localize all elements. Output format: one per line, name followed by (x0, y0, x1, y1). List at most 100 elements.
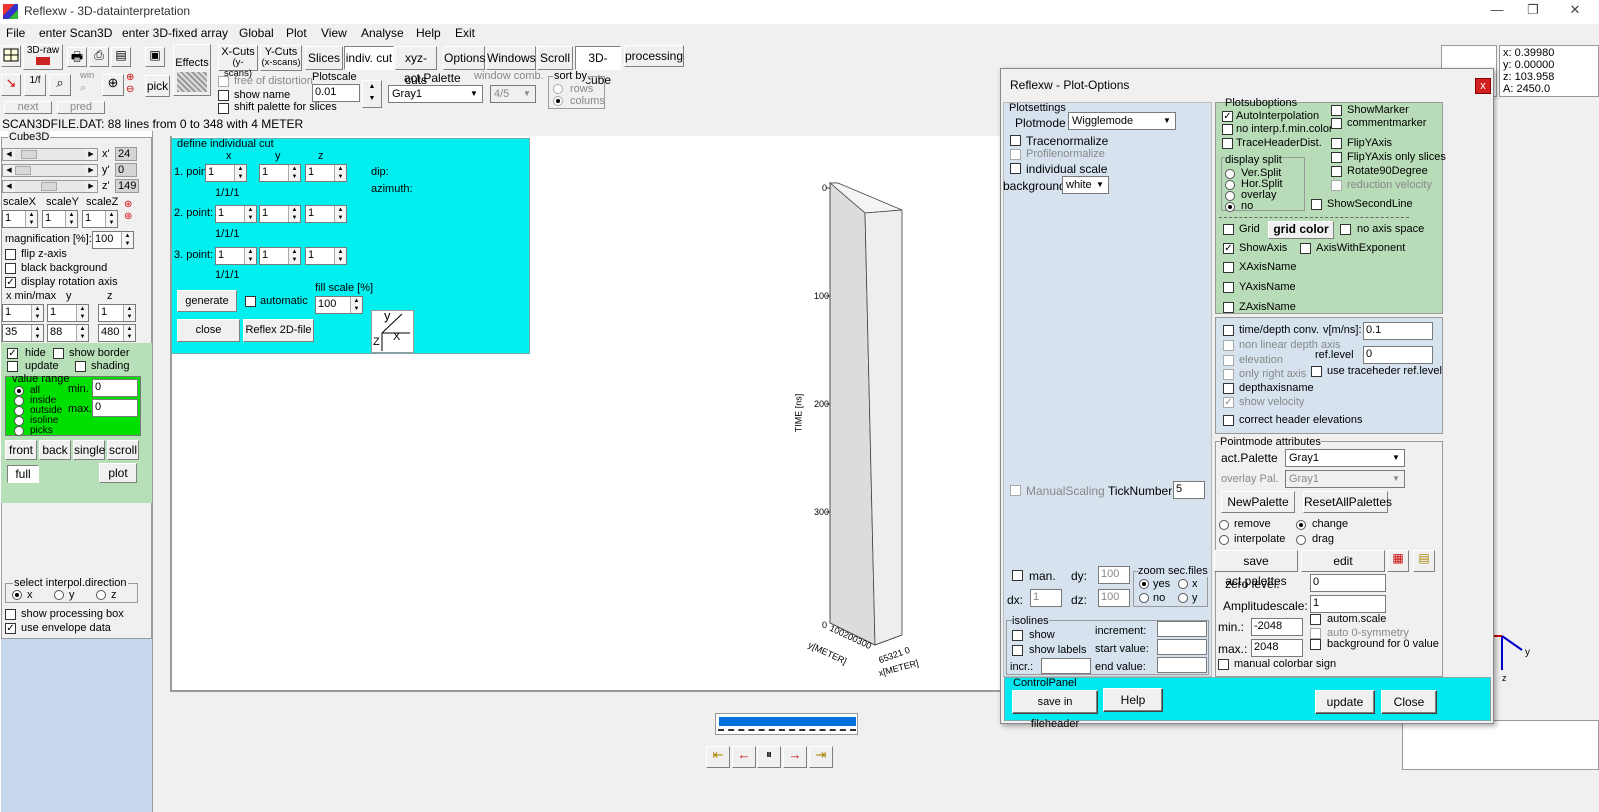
yaxisname-checkbox[interactable] (1223, 282, 1234, 293)
range-isoline-radio[interactable] (14, 416, 24, 426)
show-border-checkbox[interactable] (53, 348, 64, 359)
flipy-checkbox[interactable] (1331, 138, 1342, 149)
split-no-radio[interactable] (1225, 202, 1235, 212)
open-file-button[interactable] (1, 45, 21, 67)
man-checkbox[interactable] (1012, 570, 1023, 581)
update-button[interactable]: update (1315, 690, 1375, 714)
max-input[interactable]: 2048 (1251, 639, 1303, 657)
show-second-line-checkbox[interactable] (1311, 199, 1322, 210)
auto0-checkbox[interactable] (1310, 628, 1321, 639)
point3-x-spin[interactable]: 1 ▲ ▼ (215, 247, 257, 265)
min-z-spin[interactable]: 1 ▲ ▼ (98, 304, 136, 322)
windows-button[interactable]: Windows (486, 46, 536, 70)
grid-checkbox[interactable] (1223, 224, 1234, 235)
close-window-icon[interactable]: ✕ (1560, 2, 1590, 22)
reflex-2d-file-button[interactable]: Reflex 2D-file (243, 319, 314, 342)
menu-enter-3d-fixed-array[interactable]: enter 3D-fixed array (122, 26, 228, 40)
point3-y-spin[interactable]: 1 ▲ ▼ (259, 247, 301, 265)
processing-button[interactable]: processing (624, 45, 684, 67)
point2-x-spin[interactable]: 1 ▲ ▼ (215, 205, 257, 223)
min-x-spin[interactable]: 1 ▲ ▼ (2, 304, 44, 322)
tracenormalize-checkbox[interactable] (1010, 135, 1021, 146)
xaxisname-checkbox[interactable] (1223, 262, 1234, 273)
flip-z-checkbox[interactable] (5, 249, 16, 260)
background-select[interactable]: white ▼ (1062, 176, 1109, 194)
menu-file[interactable]: File (6, 26, 25, 40)
iso-show-checkbox[interactable] (1012, 630, 1023, 641)
menu-view[interactable]: View (321, 26, 347, 40)
profilenormalize-checkbox[interactable] (1010, 149, 1021, 160)
min-input[interactable]: -2048 (1251, 618, 1303, 636)
front-button[interactable]: front (5, 440, 37, 460)
save-act-palettes-button[interactable]: save act.palettes (1214, 550, 1298, 588)
commentmarker-checkbox[interactable] (1331, 118, 1342, 129)
interpol-y-radio[interactable] (54, 590, 64, 600)
prev-icon[interactable]: ← (732, 746, 756, 768)
zoom-x-radio[interactable] (1178, 579, 1188, 589)
show-processing-checkbox[interactable] (5, 609, 16, 620)
menu-analyse[interactable]: Analyse (361, 26, 404, 40)
iso-increment-input[interactable] (1157, 621, 1207, 637)
range-inside-radio[interactable] (14, 396, 24, 406)
iso-incr-input[interactable] (1041, 658, 1091, 674)
axis-exponent-checkbox[interactable] (1300, 243, 1311, 254)
menu-enter-scan3d[interactable]: enter Scan3D (39, 26, 112, 40)
overlay-radio[interactable] (1225, 191, 1235, 201)
sort-columns-radio[interactable] (553, 96, 563, 106)
black-bg-checkbox[interactable] (5, 263, 16, 274)
slices-button[interactable]: Slices (305, 46, 343, 70)
y-prime-scrollbar[interactable]: ◀ ▶ (2, 164, 98, 177)
reflevel-input[interactable]: 0 (1363, 346, 1433, 364)
nonlinear-checkbox[interactable] (1223, 340, 1234, 351)
manual-scaling-checkbox[interactable] (1010, 485, 1021, 496)
first-icon[interactable]: ⇤ (706, 746, 730, 768)
window-comb-select[interactable]: 4/5 ▼ (490, 85, 536, 103)
3d-cube-button[interactable]: 3D-cube (575, 46, 621, 87)
automatic-checkbox[interactable] (245, 296, 256, 307)
xyz-cuts-button[interactable]: xyz-cuts (395, 46, 437, 87)
print-setup-icon[interactable]: ⎙ (89, 47, 109, 67)
interpolate-radio[interactable] (1219, 535, 1229, 545)
point2-z-spin[interactable]: 1 ▲ ▼ (305, 205, 347, 223)
window-icon[interactable]: ▣ (145, 47, 165, 67)
back-button[interactable]: back (39, 440, 71, 460)
full-button[interactable]: full (7, 465, 39, 483)
pred-button[interactable]: pred (57, 101, 105, 114)
autointerp-checkbox[interactable]: ✓ (1222, 111, 1233, 122)
no-axis-space-checkbox[interactable] (1340, 224, 1351, 235)
one-over-f-button[interactable]: 1/f (24, 74, 46, 96)
range-outside-radio[interactable] (14, 406, 24, 416)
display-rotation-checkbox[interactable]: ✓ (5, 277, 16, 288)
x-cuts-button[interactable]: X-Cuts (y-scans) (218, 45, 258, 78)
point1-x-spin[interactable]: 1 ▲ ▼ (205, 164, 247, 182)
menu-exit[interactable]: Exit (455, 26, 475, 40)
scaley-spin[interactable]: 1 ▲ ▼ (42, 210, 78, 228)
range-max-input[interactable]: 0 (92, 399, 138, 417)
iso-start-input[interactable] (1157, 639, 1207, 655)
save-in-fileheader-button[interactable]: save in fileheader (1012, 690, 1098, 730)
menu-help[interactable]: Help (416, 26, 441, 40)
pm-palette-select[interactable]: Gray1 ▼ (1285, 449, 1405, 467)
scroll-button[interactable]: Scroll (537, 46, 573, 70)
reset-palettes-button[interactable]: ResetAllPalettes (1303, 491, 1392, 513)
palette-save-icon[interactable]: ▦ (1387, 550, 1409, 572)
help-button[interactable]: Help (1103, 688, 1163, 712)
zoom-yes-radio[interactable] (1139, 579, 1149, 589)
flipy-only-checkbox[interactable] (1331, 152, 1342, 163)
range-picks-radio[interactable] (14, 426, 24, 436)
plotscale-spinner[interactable]: ▲ ▼ (362, 80, 382, 108)
effects-button[interactable]: Effects (173, 44, 211, 96)
shading-checkbox[interactable] (75, 361, 86, 372)
max-z-spin[interactable]: 480 ▲ ▼ (98, 324, 136, 342)
dx-input[interactable]: 1 (1030, 589, 1062, 607)
use-traceheader-checkbox[interactable] (1311, 366, 1322, 377)
vms-input[interactable]: 0.1 (1363, 322, 1433, 340)
remove-radio[interactable] (1219, 520, 1229, 530)
next-button[interactable]: next (4, 101, 52, 114)
floppy-icon[interactable]: ▤ (111, 47, 131, 67)
dy-input[interactable]: 100 (1098, 566, 1130, 584)
correct-elev-checkbox[interactable] (1223, 415, 1234, 426)
plot-button[interactable]: plot (99, 463, 137, 483)
scroll-cube-button[interactable]: scroll (107, 440, 139, 460)
pick-button[interactable]: pick (145, 75, 170, 97)
